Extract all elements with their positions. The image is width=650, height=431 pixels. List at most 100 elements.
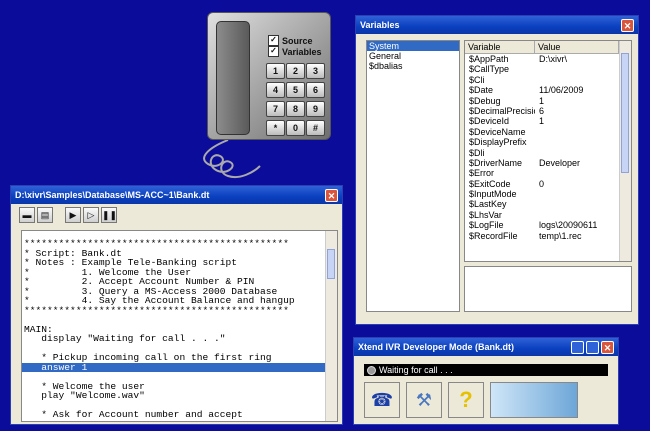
window-title: Xtend IVR Developer Mode (Bank.dt) — [358, 342, 515, 352]
column-header-value[interactable]: Value — [535, 41, 619, 53]
source-label: Source — [282, 35, 313, 46]
scroll-thumb[interactable] — [621, 53, 629, 173]
table-scrollbar[interactable] — [619, 41, 631, 261]
pause-icon[interactable]: ❚❚ — [101, 207, 117, 223]
xtend-developer-window: Xtend IVR Developer Mode (Bank.dt) ✕ Wai… — [353, 337, 619, 425]
minimize-icon[interactable] — [571, 340, 584, 354]
variable-value — [535, 127, 619, 137]
variable-value: D:\xivr\ — [539, 54, 567, 64]
table-row[interactable]: $AppPath D:\xivr\ — [465, 54, 631, 64]
key-star[interactable]: * — [266, 120, 285, 136]
key-1[interactable]: 1 — [266, 63, 285, 79]
banner-image — [490, 382, 578, 418]
variable-name: $Dli — [469, 147, 485, 158]
code-line-current[interactable]: answer 1 — [22, 362, 328, 372]
table-row[interactable]: $DisplayPrefix — [465, 137, 631, 147]
variable-value: 1 — [539, 116, 545, 127]
table-row[interactable]: $Debug 1 — [465, 96, 631, 106]
close-icon[interactable]: ✕ — [621, 18, 634, 32]
variables-titlebar[interactable]: Variables ✕ — [356, 16, 638, 34]
variable-name: $DeviceName — [469, 126, 526, 137]
variables-table: Variable Value $AppPath D:\xivr\ $CallType… — [464, 40, 632, 262]
variable-name: $RecordFile — [469, 230, 518, 241]
code-line[interactable]: play "Welcome.wav" — [22, 391, 328, 401]
variable-name: $LhsVar — [469, 209, 502, 220]
table-row[interactable]: $DecimalPrecision 6 — [465, 106, 631, 116]
key-6[interactable]: 6 — [306, 82, 325, 98]
xtend-titlebar[interactable]: Xtend IVR Developer Mode (Bank.dt) ✕ — [354, 338, 618, 356]
table-row[interactable]: $LhsVar — [465, 210, 631, 220]
table-row[interactable]: $CallType — [465, 64, 631, 74]
table-row[interactable]: $Dli — [465, 148, 631, 158]
code-line[interactable]: ****************************************… — [22, 305, 328, 316]
key-7[interactable]: 7 — [266, 101, 285, 117]
table-header: Variable Value — [465, 41, 631, 54]
close-icon[interactable]: ✕ — [325, 188, 338, 202]
phone-button[interactable]: ☎ — [364, 382, 400, 418]
variable-name: $LogFile — [469, 220, 504, 231]
column-header-variable[interactable]: Variable — [465, 41, 535, 53]
script-titlebar[interactable]: D:\xivr\Samples\Database\MS-ACC~1\Bank.d… — [11, 186, 342, 204]
variable-detail-pane — [464, 266, 632, 312]
edit-script-icon[interactable]: ▤ — [37, 207, 53, 223]
open-folder-icon[interactable]: ▬ — [19, 207, 35, 223]
variable-value: 1 — [539, 95, 545, 106]
table-row[interactable]: $RecordFile temp\1.rec — [465, 231, 631, 241]
status-bar: Waiting for call . . . — [364, 364, 608, 376]
phone-cord-icon — [203, 140, 261, 178]
table-row[interactable]: $DriverName Developer — [465, 158, 631, 168]
variable-name: $Error — [469, 168, 495, 179]
key-4[interactable]: 4 — [266, 82, 285, 98]
window-title: D:\xivr\Samples\Database\MS-ACC~1\Bank.d… — [15, 190, 210, 200]
table-row[interactable]: $ExitCode 0 — [465, 179, 631, 189]
code-scrollbar[interactable] — [325, 231, 337, 421]
category-item[interactable]: General — [367, 51, 459, 61]
code-line[interactable]: display "Waiting for call . . ." — [22, 334, 328, 344]
script-code-view[interactable]: ****************************************… — [21, 230, 338, 422]
key-9[interactable]: 9 — [306, 101, 325, 117]
close-icon[interactable]: ✕ — [601, 340, 614, 354]
variable-value — [535, 64, 619, 74]
code-line[interactable]: * Ask for Account number and accept — [22, 410, 328, 420]
table-row[interactable]: $DeviceId 1 — [465, 116, 631, 126]
key-5[interactable]: 5 — [286, 82, 305, 98]
key-0[interactable]: 0 — [286, 120, 305, 136]
scroll-thumb[interactable] — [327, 249, 335, 279]
table-row[interactable]: $Cli — [465, 75, 631, 85]
variable-name: $LastKey — [469, 199, 507, 210]
key-hash[interactable]: # — [306, 120, 325, 136]
tools-button[interactable]: ⚒ — [406, 382, 442, 418]
variable-value — [535, 137, 619, 147]
variable-value: logs\20090611 — [539, 220, 598, 231]
table-row[interactable]: $DeviceName — [465, 127, 631, 137]
help-button[interactable]: ? — [448, 382, 484, 418]
variables-window: Variables ✕ System General $dbalias Vari… — [355, 15, 639, 325]
key-2[interactable]: 2 — [286, 63, 305, 79]
key-8[interactable]: 8 — [286, 101, 305, 117]
category-item[interactable]: $dbalias — [367, 61, 459, 71]
keypad: 1 2 3 4 5 6 7 8 9 * 0 # — [266, 63, 325, 136]
script-toolbar: ▬ ▤ ▶ ▷ ❚❚ — [11, 204, 342, 226]
phone-graphic: ✓ Source ✓ Variables 1 2 3 4 5 6 7 8 9 *… — [207, 12, 331, 140]
variable-value — [535, 210, 619, 220]
variable-name: $DeviceId — [469, 116, 510, 127]
category-item[interactable]: System — [367, 41, 459, 51]
maximize-icon[interactable] — [586, 340, 599, 354]
key-3[interactable]: 3 — [306, 63, 325, 79]
table-row[interactable]: $Date 11/06/2009 — [465, 85, 631, 95]
variable-value: 6 — [539, 105, 545, 116]
variables-checkbox[interactable]: ✓ Variables — [268, 46, 322, 57]
variable-category-list: System General $dbalias — [366, 40, 460, 312]
table-row[interactable]: $LastKey — [465, 199, 631, 209]
table-row[interactable]: $Error — [465, 168, 631, 178]
table-row[interactable]: $InputMode — [465, 189, 631, 199]
table-row[interactable]: $LogFile logs\20090611 — [465, 220, 631, 230]
handset-icon[interactable] — [216, 21, 250, 135]
variable-name: $AppPath — [469, 54, 509, 64]
run-icon[interactable]: ▶ — [65, 207, 81, 223]
source-checkbox[interactable]: ✓ Source — [268, 35, 313, 46]
code-line[interactable] — [22, 315, 328, 325]
step-icon[interactable]: ▷ — [83, 207, 99, 223]
variable-value: Developer — [539, 157, 581, 168]
variable-name: $DriverName — [469, 157, 523, 168]
